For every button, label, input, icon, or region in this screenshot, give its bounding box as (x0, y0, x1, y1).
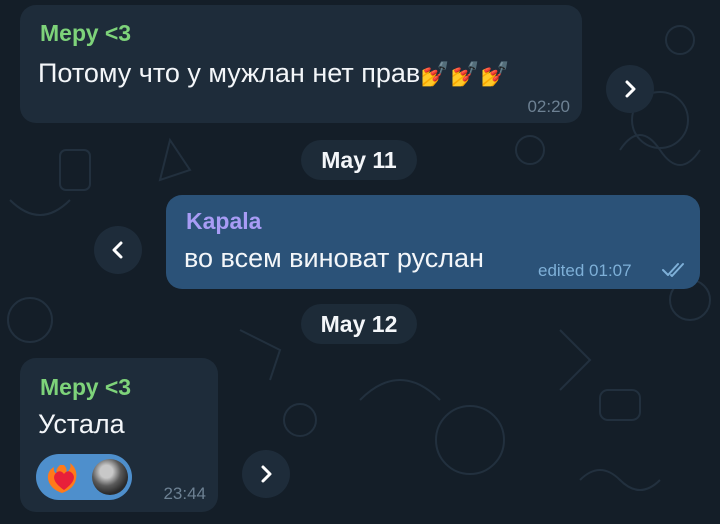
date-separator: May 11 (301, 140, 417, 180)
message-time: 02:20 (527, 97, 570, 116)
nail-polish-emoji: 💅💅💅 (420, 61, 510, 88)
reply-button[interactable] (94, 226, 142, 274)
message-text-body: Потому что у мужлан нет прав (38, 58, 421, 88)
forward-button[interactable] (606, 65, 654, 113)
message-text: Потому что у мужлан нет прав💅💅💅 (38, 58, 510, 89)
chevron-right-icon (625, 80, 636, 98)
chevron-left-icon (112, 241, 123, 259)
date-separator: May 12 (301, 304, 417, 344)
message-text: во всем виноват руслан (184, 243, 484, 273)
date-separator-label: May 11 (321, 146, 397, 173)
double-check-icon (662, 263, 684, 277)
message-bubble-outgoing[interactable]: Kapala во всем виноват руслан edited 01:… (166, 195, 700, 289)
message-text: Устала (38, 409, 125, 439)
sender-name[interactable]: Мeру <3 (40, 374, 131, 401)
date-separator-label: May 12 (320, 310, 398, 337)
message-time: edited 01:07 (538, 261, 632, 280)
reaction-chip[interactable] (36, 454, 132, 500)
chevron-right-icon (261, 465, 272, 483)
user-avatar[interactable] (92, 459, 128, 495)
heart-on-fire-icon (47, 463, 77, 493)
sender-name[interactable]: Мeру <3 (40, 20, 131, 47)
message-bubble-incoming[interactable]: Мeру <3 Потому что у мужлан нет прав💅💅💅 … (20, 5, 582, 123)
sender-name[interactable]: Kapala (186, 208, 261, 235)
message-time: 23:44 (163, 484, 206, 503)
forward-button[interactable] (242, 450, 290, 498)
